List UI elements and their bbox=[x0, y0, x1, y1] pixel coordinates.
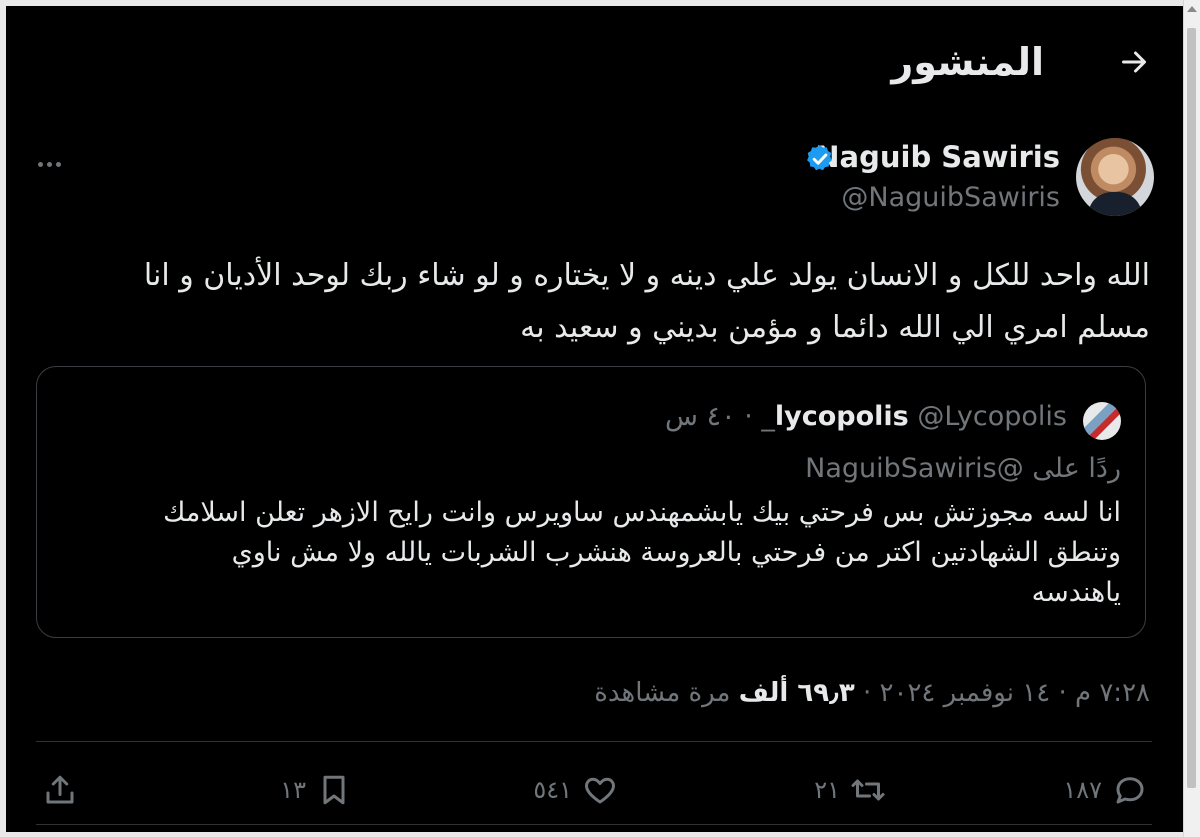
meta-separator: · bbox=[744, 401, 753, 432]
repost-icon bbox=[851, 779, 885, 801]
more-icon bbox=[38, 162, 43, 167]
quoted-display-name[interactable]: lycopolis bbox=[775, 401, 909, 432]
back-arrow-icon bbox=[1122, 51, 1146, 73]
tweet-text: الله واحد للكل و الانسان يولد علي دينه و… bbox=[143, 258, 1150, 345]
meta-separator: · bbox=[862, 678, 872, 708]
repost-button[interactable]: ٢١ bbox=[814, 764, 886, 816]
header: المنشور bbox=[6, 38, 1184, 98]
replying-to[interactable]: ردًا على @NaguibSawiris bbox=[805, 453, 1121, 484]
quoted-text: انا لسه مجوزتش بس فرحتي بيك يابشمهندس سا… bbox=[163, 497, 1121, 608]
page-title: المنشور bbox=[891, 40, 1044, 84]
reply-button[interactable]: ١٨٧ bbox=[1063, 764, 1148, 816]
repost-count: ٢١ bbox=[814, 776, 840, 804]
quoted-avatar[interactable] bbox=[1083, 402, 1121, 440]
share-button[interactable] bbox=[42, 764, 78, 816]
tweet-window: المنشور Naguib Sawiris @NaguibSawiris ال… bbox=[6, 6, 1184, 832]
scrollbar[interactable] bbox=[1183, 0, 1200, 837]
verified-badge-icon[interactable] bbox=[804, 143, 836, 175]
reply-count: ١٨٧ bbox=[1063, 776, 1102, 804]
meta-separator: · bbox=[1058, 678, 1067, 708]
quoted-tweet[interactable]: lycopolis @Lycopolis_ · ٤٠ س ردًا على @N… bbox=[36, 366, 1146, 638]
divider bbox=[36, 824, 1152, 825]
like-count: ٥٤١ bbox=[533, 776, 572, 804]
quoted-timestamp[interactable]: ٤٠ س bbox=[665, 401, 736, 432]
tweet-meta: ٧:٢٨ م · ١٤ نوفمبر ٢٠٢٤ · ٦٩٫٣ ألف مرة م… bbox=[594, 678, 1150, 708]
tweet-date[interactable]: ١٤ نوفمبر ٢٠٢٤ bbox=[880, 678, 1051, 708]
bookmark-count: ١٣ bbox=[280, 776, 306, 804]
tweet-time[interactable]: ٧:٢٨ م bbox=[1075, 678, 1150, 708]
more-button[interactable] bbox=[38, 152, 74, 168]
avatar[interactable] bbox=[1076, 138, 1154, 216]
share-icon bbox=[46, 775, 74, 804]
scroll-up-icon[interactable] bbox=[1187, 6, 1197, 12]
author-display-name[interactable]: Naguib Sawiris bbox=[815, 140, 1060, 174]
views-label: مرة مشاهدة bbox=[594, 678, 731, 708]
like-icon bbox=[585, 777, 615, 804]
action-bar: ١٨٧ ٢١ ٥٤١ ١٣ bbox=[6, 764, 1184, 820]
bookmark-button[interactable]: ١٣ bbox=[280, 764, 352, 816]
tweet-author: Naguib Sawiris @NaguibSawiris bbox=[6, 130, 1184, 220]
views-count: ٦٩٫٣ ألف bbox=[738, 678, 855, 708]
bookmark-icon bbox=[323, 775, 345, 805]
divider bbox=[36, 741, 1152, 742]
like-button[interactable]: ٥٤١ bbox=[533, 764, 618, 816]
reply-icon bbox=[1116, 777, 1144, 804]
quoted-meta: lycopolis @Lycopolis_ · ٤٠ س bbox=[665, 401, 1067, 432]
scrollbar-thumb[interactable] bbox=[1187, 28, 1196, 788]
back-button[interactable] bbox=[1116, 44, 1152, 80]
author-handle[interactable]: @NaguibSawiris bbox=[841, 182, 1060, 213]
